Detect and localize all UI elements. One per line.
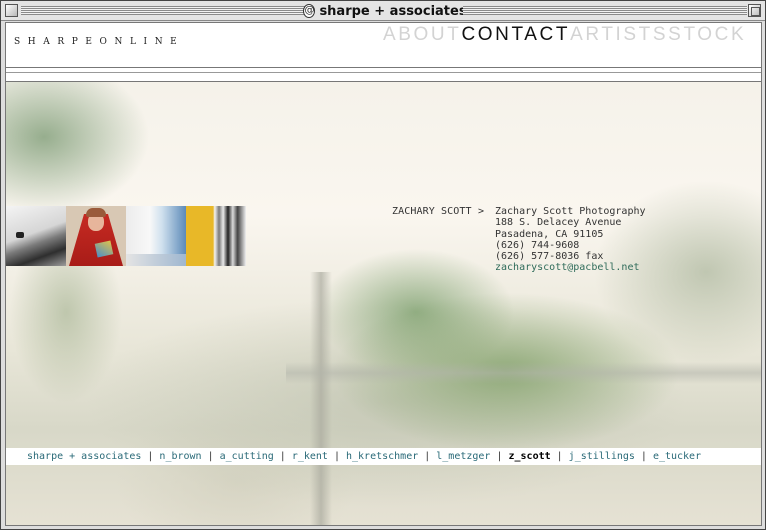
nav-stock[interactable]: STOCK [668, 24, 746, 46]
artist-link-e-tucker[interactable]: e_tucker [653, 451, 701, 462]
phone-number: (626) 744-9608 [495, 239, 580, 251]
portfolio-photo-strip [6, 206, 246, 266]
address-line-2: Pasadena, CA 91105 [495, 228, 604, 240]
artist-link-j-stillings[interactable]: j_stillings [569, 451, 635, 462]
window-title: @ sharpe + associates [303, 2, 467, 20]
browser-window: @ sharpe + associates SHARPEONLINE ABOUT… [0, 0, 766, 530]
artist-link-h-kretschmer[interactable]: h_kretschmer [346, 451, 418, 462]
arrow-separator: > [478, 206, 485, 217]
nav-separator: | [424, 451, 431, 462]
company-name: Zachary Scott Photography [495, 206, 646, 217]
portfolio-photo [6, 206, 66, 266]
nav-artists[interactable]: ARTISTS [570, 24, 668, 46]
window-title-text: sharpe + associates [319, 3, 467, 19]
nav-separator: | [496, 451, 503, 462]
artist-nav-bar: sharpe + associates | n_brown | a_cuttin… [6, 448, 761, 465]
fax-number: (626) 577-8036 fax [495, 251, 604, 263]
at-sign-icon: @ [303, 4, 316, 18]
artist-link-z-scott[interactable]: z_scott [508, 451, 550, 462]
main-nav: ABOUT CONTACT ARTISTS STOCK [383, 24, 746, 46]
site-logo[interactable]: SHARPEONLINE [14, 37, 184, 47]
portfolio-photo [186, 206, 246, 266]
title-bar-stripes [463, 6, 747, 15]
nav-separator: | [147, 451, 154, 462]
artist-link-l-metzger[interactable]: l_metzger [436, 451, 490, 462]
background-fence-rail [286, 362, 761, 384]
portfolio-photo [126, 206, 186, 266]
artist-link-n-brown[interactable]: n_brown [159, 451, 201, 462]
contact-details: Zachary Scott Photography 188 S. Delacey… [495, 206, 646, 274]
nav-separator: | [640, 451, 647, 462]
background-fence-post [310, 272, 332, 525]
header-divider [6, 72, 761, 73]
email-link[interactable]: zacharyscott@pacbell.net [495, 262, 646, 273]
artist-link-r-kent[interactable]: r_kent [292, 451, 328, 462]
artist-link-sharpe[interactable]: sharpe + associates [27, 451, 141, 462]
nav-about[interactable]: ABOUT [383, 24, 461, 46]
nav-contact[interactable]: CONTACT [461, 24, 570, 46]
nav-separator: | [279, 451, 286, 462]
zoom-box-icon[interactable] [748, 4, 761, 17]
title-bar-stripes [21, 6, 307, 15]
nav-separator: | [207, 451, 214, 462]
artist-name: ZACHARY SCOTT [392, 206, 472, 217]
artist-link-a-cutting[interactable]: a_cutting [220, 451, 274, 462]
header-divider [6, 67, 761, 68]
address-line-1: 188 S. Delacey Avenue [495, 217, 622, 229]
page-content: SHARPEONLINE ABOUT CONTACT ARTISTS STOCK… [5, 22, 762, 526]
title-bar[interactable]: @ sharpe + associates [1, 1, 765, 21]
portfolio-photo-child [66, 206, 126, 266]
close-box-icon[interactable] [5, 4, 18, 17]
nav-separator: | [333, 451, 340, 462]
nav-separator: | [556, 451, 563, 462]
